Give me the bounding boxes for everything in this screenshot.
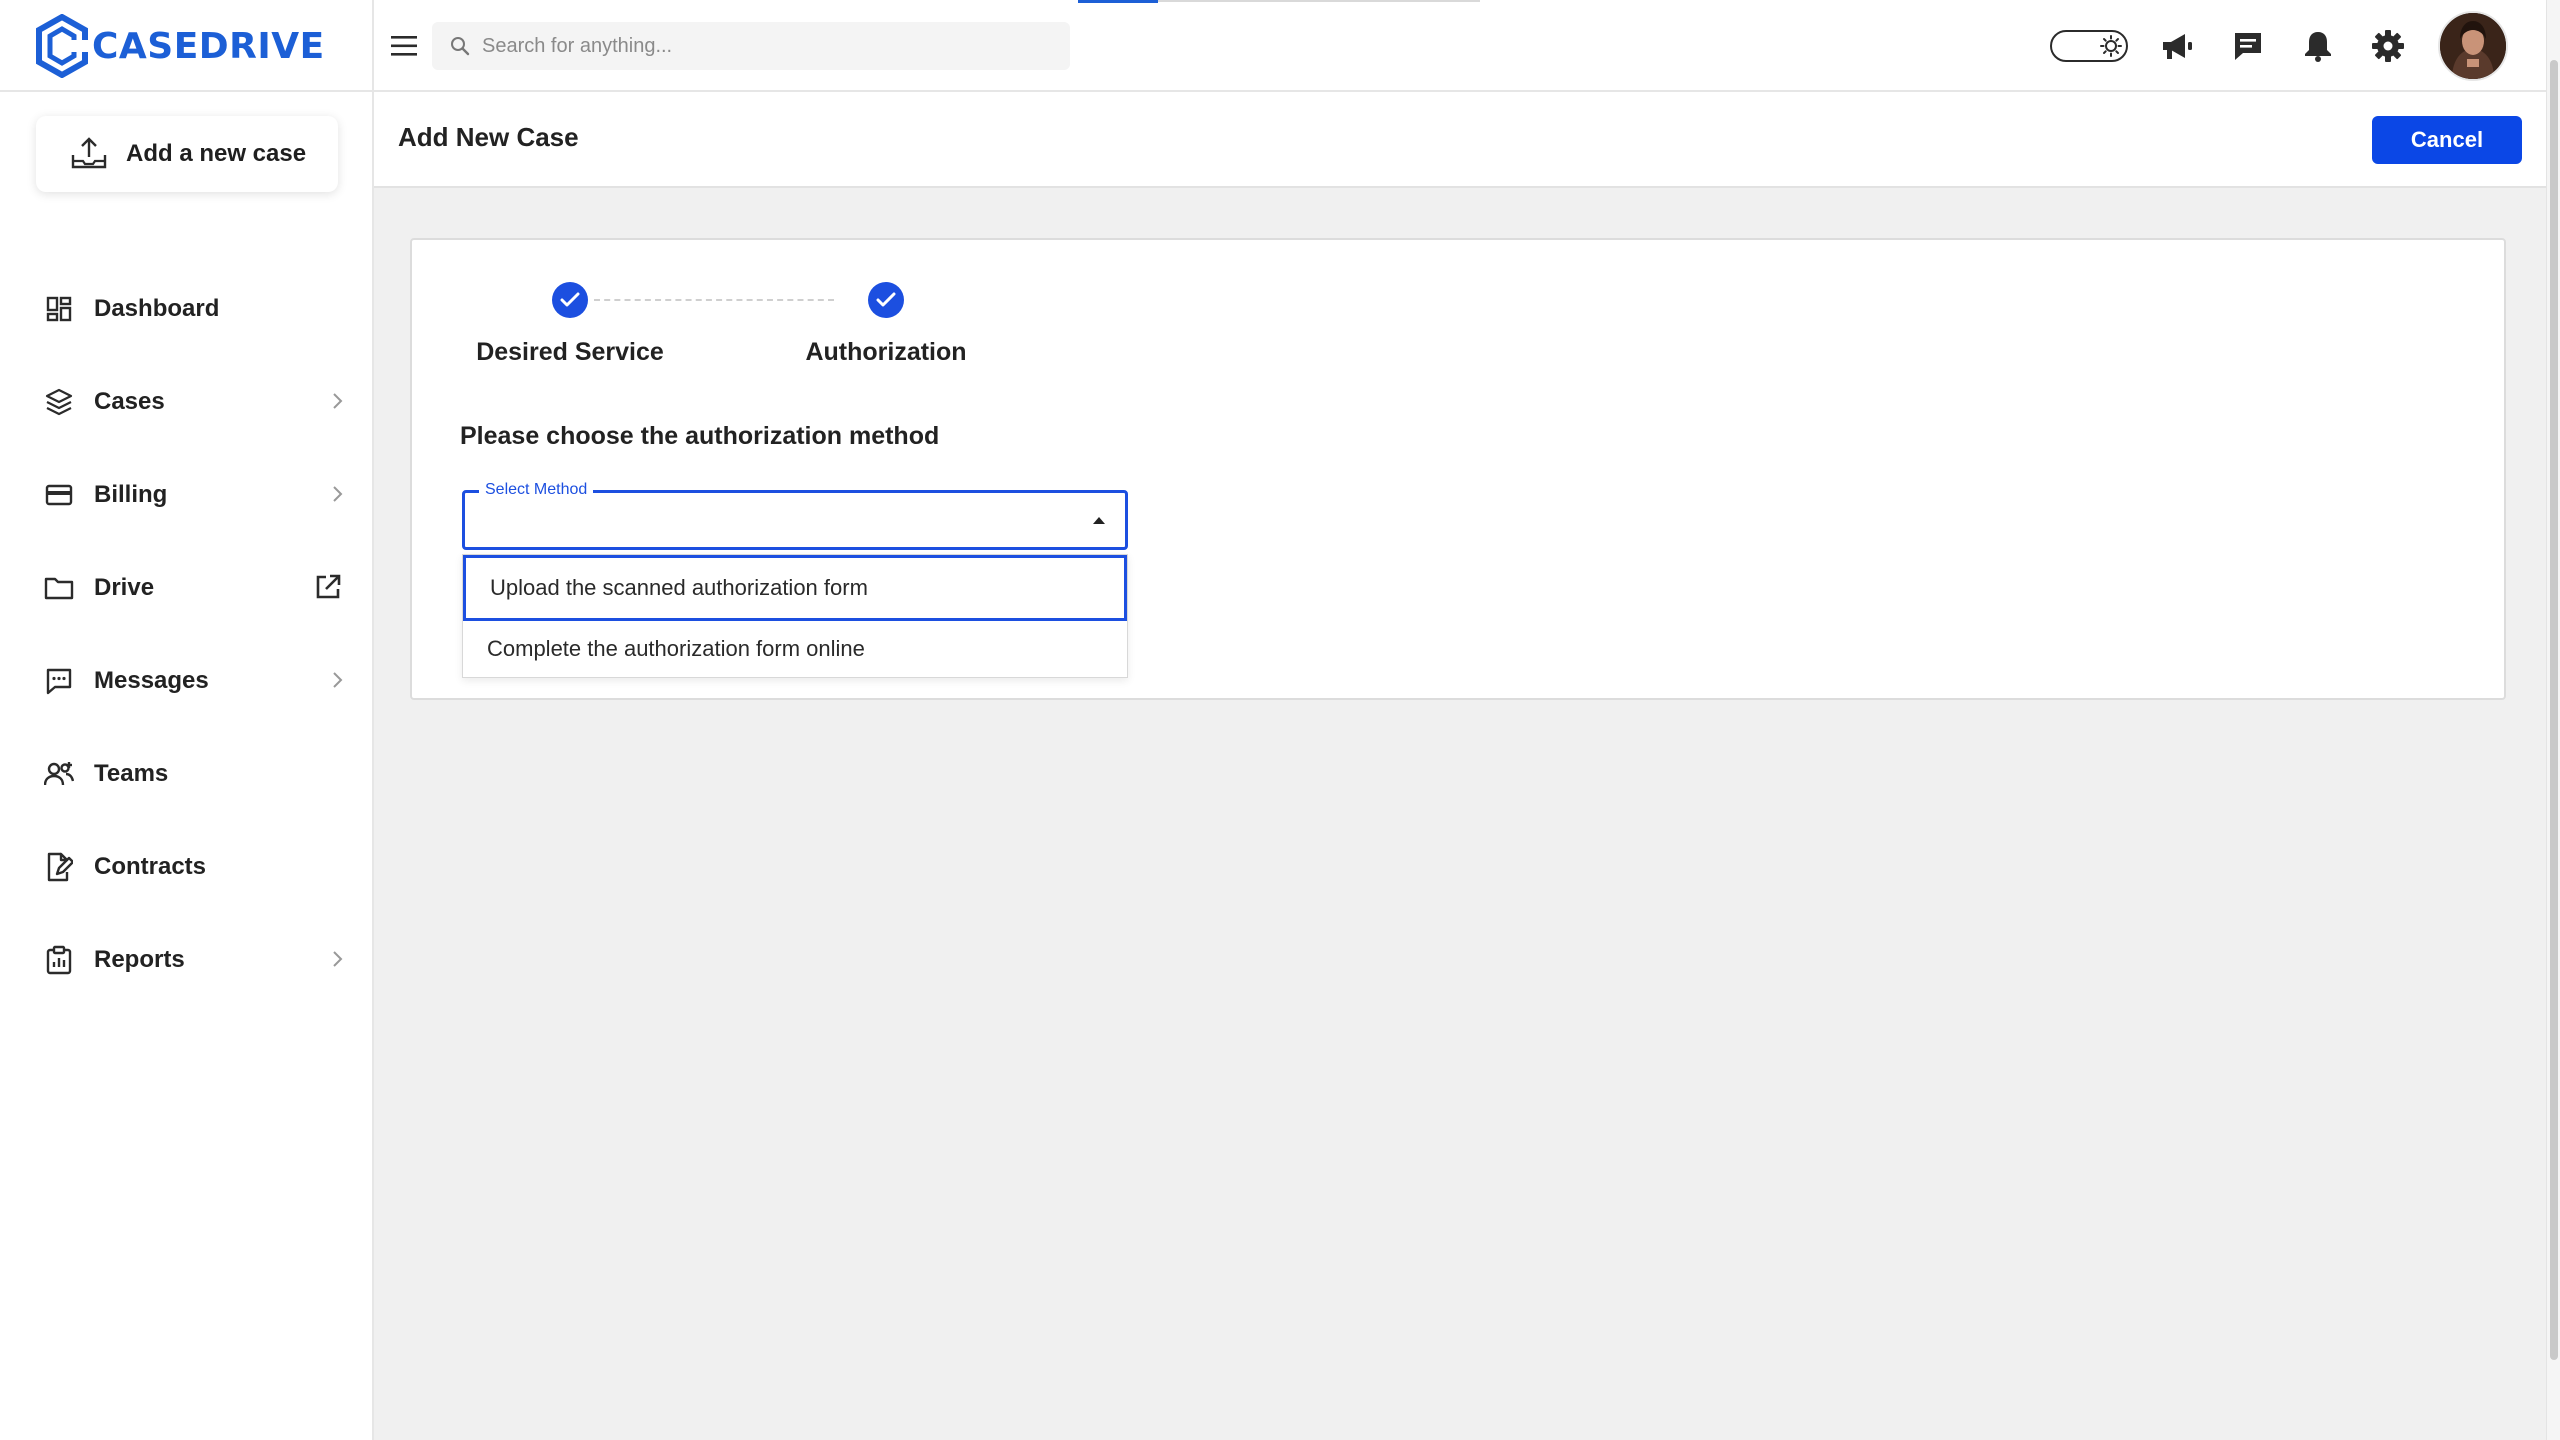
brand-name: CASEDRIVE bbox=[92, 25, 325, 67]
select-method-dropdown[interactable]: Select Method bbox=[462, 481, 1128, 550]
sidebar-item-messages[interactable]: Messages bbox=[0, 634, 372, 727]
sidebar: Add a new case Dashboard Cases Billing D… bbox=[0, 92, 374, 1440]
sidebar-item-reports[interactable]: Reports bbox=[0, 913, 372, 1006]
sidebar-item-contracts[interactable]: Contracts bbox=[0, 820, 372, 913]
card-icon bbox=[44, 480, 74, 510]
sidebar-item-label: Teams bbox=[94, 759, 169, 787]
step-complete-check-icon bbox=[552, 282, 588, 318]
chevron-right-icon bbox=[333, 486, 343, 502]
chat-button[interactable] bbox=[2228, 26, 2268, 66]
user-avatar[interactable] bbox=[2438, 11, 2508, 81]
step-authorization[interactable]: Authorization bbox=[786, 282, 986, 367]
search-bar bbox=[432, 22, 1070, 70]
external-link-icon[interactable] bbox=[314, 573, 342, 601]
stepper: Desired Service Authorization bbox=[470, 282, 990, 392]
add-new-case-button[interactable]: Add a new case bbox=[36, 116, 338, 192]
option-complete-form-online[interactable]: Complete the authorization form online bbox=[463, 621, 1127, 677]
loading-progress-track bbox=[1158, 0, 1480, 2]
sidebar-item-label: Billing bbox=[94, 480, 168, 508]
clipboard-icon bbox=[44, 945, 74, 975]
option-upload-scanned-form[interactable]: Upload the scanned authorization form bbox=[463, 555, 1127, 621]
folder-icon bbox=[44, 573, 74, 603]
search-input[interactable] bbox=[482, 34, 1042, 58]
step-label: Authorization bbox=[805, 338, 967, 366]
gear-icon bbox=[2372, 30, 2404, 62]
settings-button[interactable] bbox=[2368, 26, 2408, 66]
page-header: Add New Case Cancel bbox=[374, 92, 2546, 188]
loading-progress-accent bbox=[1078, 0, 1158, 3]
logo-hexagon-icon bbox=[36, 14, 88, 78]
hamburger-icon bbox=[391, 36, 417, 56]
chevron-right-icon bbox=[333, 672, 343, 688]
brand-logo[interactable]: CASEDRIVE bbox=[36, 14, 325, 78]
message-icon bbox=[44, 666, 74, 696]
sidebar-item-drive[interactable]: Drive bbox=[0, 541, 372, 634]
select-method-label: Select Method bbox=[479, 481, 594, 499]
logo-divider bbox=[372, 0, 374, 92]
page-title: Add New Case bbox=[398, 122, 579, 152]
sidebar-item-cases[interactable]: Cases bbox=[0, 355, 372, 448]
sidebar-item-label: Dashboard bbox=[94, 294, 220, 322]
menu-toggle-button[interactable] bbox=[384, 26, 424, 66]
step-label: Desired Service bbox=[476, 338, 664, 366]
upload-tray-icon bbox=[71, 137, 107, 169]
search-icon bbox=[451, 37, 470, 56]
notifications-button[interactable] bbox=[2298, 26, 2338, 66]
step-complete-check-icon bbox=[868, 282, 904, 318]
add-case-card: Desired Service Authorization Please cho… bbox=[410, 238, 2506, 700]
cancel-button[interactable]: Cancel bbox=[2372, 116, 2522, 164]
chevron-right-icon bbox=[333, 393, 343, 409]
sidebar-item-label: Reports bbox=[94, 945, 185, 973]
sidebar-item-dashboard[interactable]: Dashboard bbox=[0, 262, 372, 355]
top-bar: CASEDRIVE bbox=[0, 0, 2546, 92]
step-desired-service[interactable]: Desired Service bbox=[470, 282, 670, 367]
sidebar-item-label: Drive bbox=[94, 573, 155, 601]
select-method-field: Select Method Upload the scanned authori… bbox=[462, 481, 1128, 678]
bell-icon bbox=[2305, 32, 2331, 62]
megaphone-icon bbox=[2163, 34, 2192, 59]
sidebar-item-label: Cases bbox=[94, 387, 165, 415]
caret-up-icon bbox=[1093, 517, 1105, 524]
chat-icon bbox=[2235, 33, 2261, 60]
scrollbar-thumb[interactable] bbox=[2550, 60, 2558, 1360]
sidebar-item-label: Contracts bbox=[94, 852, 207, 880]
select-method-menu: Upload the scanned authorization form Co… bbox=[462, 554, 1128, 678]
contract-icon bbox=[44, 852, 74, 882]
theme-toggle[interactable] bbox=[2050, 30, 2128, 62]
header-actions bbox=[2050, 10, 2508, 82]
sidebar-item-teams[interactable]: Teams bbox=[0, 727, 372, 820]
sidebar-nav: Dashboard Cases Billing Drive Messages T… bbox=[0, 262, 372, 1006]
add-new-case-label: Add a new case bbox=[126, 140, 307, 167]
sidebar-item-billing[interactable]: Billing bbox=[0, 448, 372, 541]
chevron-right-icon bbox=[333, 951, 343, 967]
sun-icon bbox=[2100, 35, 2122, 57]
layers-icon bbox=[44, 387, 74, 417]
user-photo bbox=[2440, 13, 2506, 79]
dashboard-icon bbox=[44, 294, 74, 324]
page-scrollbar[interactable] bbox=[2546, 0, 2560, 1440]
sidebar-item-label: Messages bbox=[94, 666, 209, 694]
announcements-button[interactable] bbox=[2158, 26, 2198, 66]
authorization-question: Please choose the authorization method bbox=[460, 422, 940, 450]
team-icon bbox=[44, 759, 74, 789]
